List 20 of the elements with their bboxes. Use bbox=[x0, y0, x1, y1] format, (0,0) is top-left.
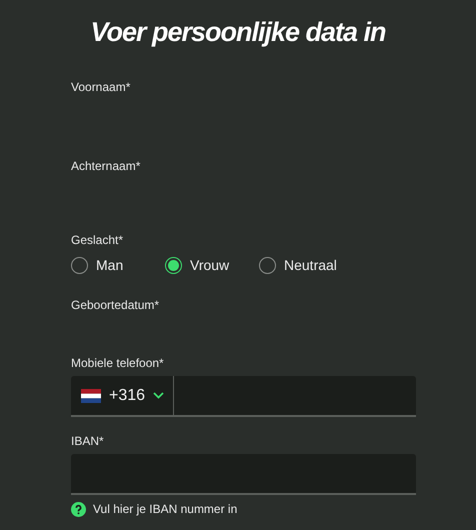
flag-icon bbox=[81, 388, 101, 402]
radio-icon bbox=[71, 256, 88, 274]
field-label: Geboortedatum* bbox=[71, 297, 160, 313]
radio-icon bbox=[259, 256, 276, 274]
chevron-down-icon bbox=[153, 392, 164, 399]
radio-option[interactable]: Vrouw bbox=[165, 254, 259, 276]
help-text: Vul hier je IBAN nummer in bbox=[93, 501, 238, 518]
radio-icon bbox=[165, 256, 182, 274]
radio-option[interactable]: Neutraal bbox=[259, 254, 353, 276]
help-icon bbox=[71, 502, 86, 516]
field-label: Geslacht* bbox=[71, 232, 124, 248]
field-label: Voornaam* bbox=[71, 79, 132, 95]
iban-field[interactable] bbox=[71, 454, 416, 495]
radio-option[interactable]: Man bbox=[71, 254, 165, 276]
field-label: IBAN* bbox=[71, 433, 105, 449]
page-title: Voer persoonlijke data in bbox=[89, 16, 387, 49]
field-label: Mobiele telefoon* bbox=[71, 355, 165, 371]
country-code-select[interactable]: +316 bbox=[71, 376, 174, 415]
phone-field[interactable]: +316 bbox=[71, 376, 416, 417]
field-label: Achternaam* bbox=[71, 158, 142, 174]
